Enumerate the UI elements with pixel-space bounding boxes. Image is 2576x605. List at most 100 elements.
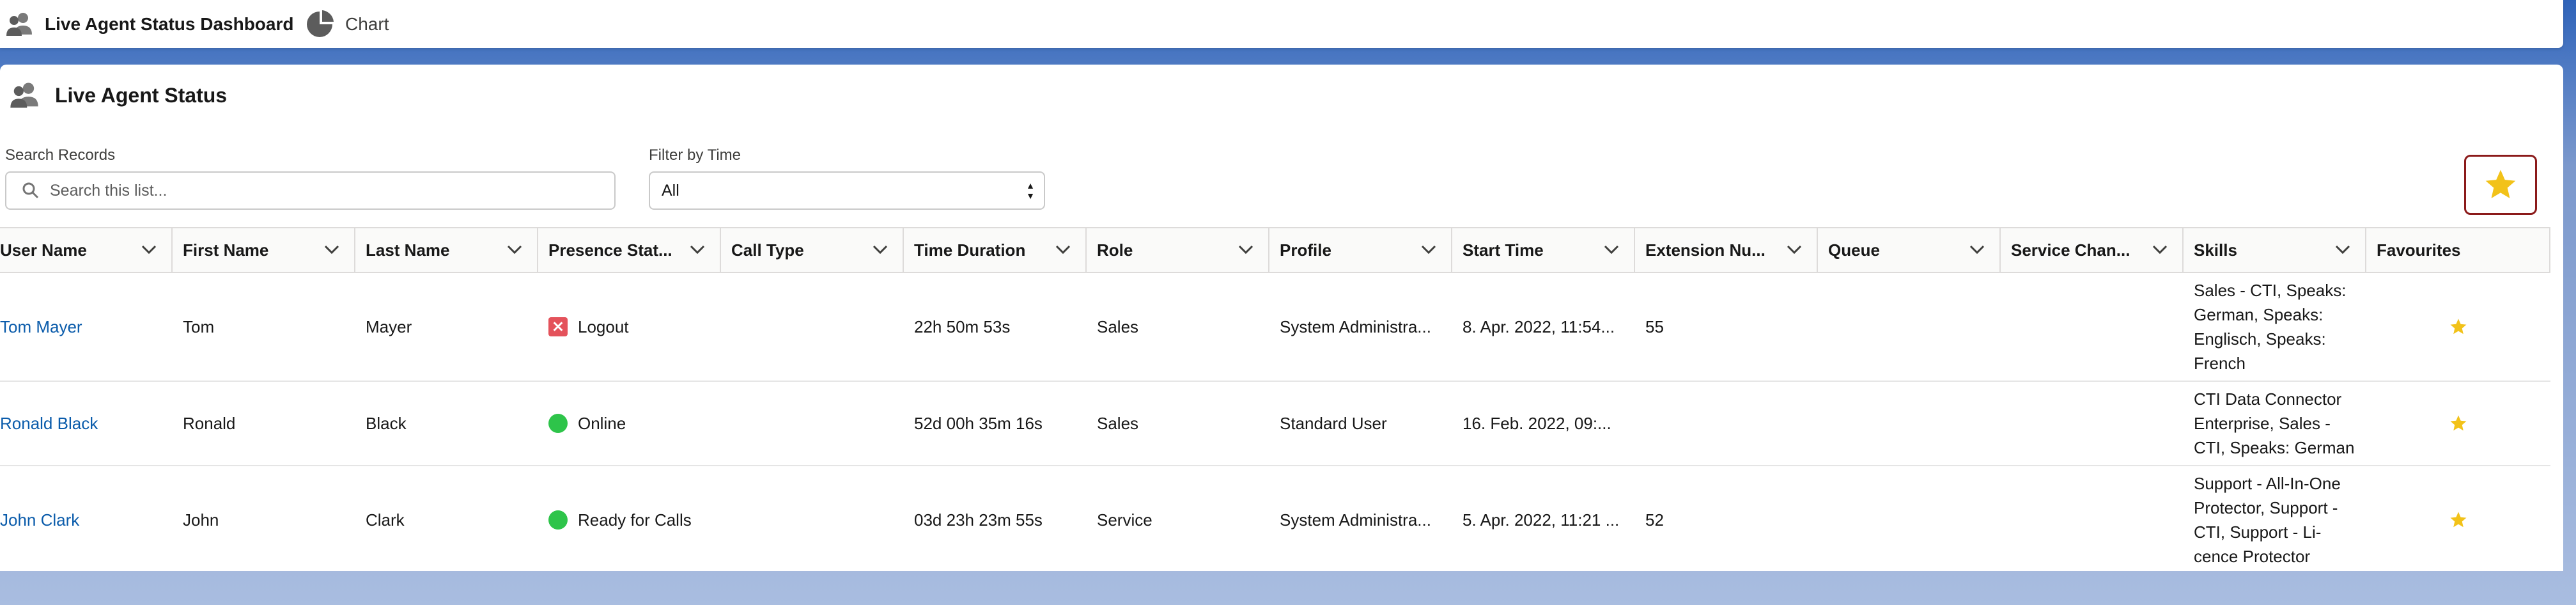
profile-cell: System Administra...: [1280, 317, 1431, 336]
last-name-cell: Clark: [366, 510, 405, 530]
queue-cell: [1818, 466, 2001, 571]
star-icon[interactable]: [2449, 317, 2468, 336]
presence-status-cell: Logout: [538, 273, 721, 381]
column-header-call-type[interactable]: Call Type: [721, 228, 904, 272]
table-row: Tom Mayer Tom Mayer Logout 22h 50m 53s S…: [0, 273, 2550, 382]
column-header-profile[interactable]: Profile: [1269, 228, 1452, 272]
service-channel-cell: [2001, 466, 2184, 571]
call-type-cell: [721, 273, 904, 381]
agent-status-table: User Name First Name Last Name Presence …: [0, 227, 2550, 571]
card-header: Live Agent Status: [8, 79, 227, 112]
column-header-last-name[interactable]: Last Name: [355, 228, 538, 272]
call-type-cell: [721, 382, 904, 465]
column-header-role[interactable]: Role: [1087, 228, 1269, 272]
user-group-icon: [10, 82, 38, 108]
skills-cell: Support - All-In-One Protector, Support …: [2194, 474, 2341, 566]
queue-cell: [1818, 273, 2001, 381]
chevron-down-icon[interactable]: [141, 244, 157, 255]
last-name-cell: Black: [366, 413, 407, 433]
chevron-down-icon[interactable]: [1238, 244, 1254, 255]
star-icon[interactable]: [2449, 510, 2468, 530]
online-status-icon: [548, 414, 568, 433]
chevron-down-icon[interactable]: [1603, 244, 1620, 255]
column-header-start-time[interactable]: Start Time: [1452, 228, 1635, 272]
extension-cell: 55: [1645, 317, 1664, 336]
column-header-service-channel[interactable]: Service Chan...: [2001, 228, 2184, 272]
favourite-cell: [2366, 273, 2550, 381]
online-status-icon: [548, 510, 568, 530]
chevron-down-icon[interactable]: [2334, 244, 2351, 255]
user-name-link[interactable]: John Clark: [0, 466, 173, 571]
chevron-down-icon[interactable]: [872, 244, 888, 255]
extension-cell: 52: [1645, 510, 1664, 530]
column-header-user-name[interactable]: User Name: [0, 228, 173, 272]
column-header-extension-number[interactable]: Extension Nu...: [1635, 228, 1818, 272]
presence-status-label: Online: [578, 413, 626, 433]
column-header-favourites: Favourites: [2366, 228, 2550, 272]
first-name-cell: Tom: [183, 317, 215, 336]
chevron-down-icon[interactable]: [1055, 244, 1071, 255]
search-icon: [22, 182, 39, 199]
table-header: User Name First Name Last Name Presence …: [0, 227, 2550, 273]
pie-chart-icon: [307, 10, 334, 37]
column-header-queue[interactable]: Queue: [1818, 228, 2001, 272]
skills-cell: Sales - CTI, Speaks: German, Speaks: Eng…: [2194, 281, 2347, 373]
tab-live-agent-status-dashboard[interactable]: Live Agent Status Dashboard: [0, 0, 300, 48]
chevron-down-icon[interactable]: [506, 244, 523, 255]
app-tab-bar: Live Agent Status Dashboard Chart: [0, 0, 2563, 48]
chevron-down-icon[interactable]: [1420, 244, 1437, 255]
tab-chart[interactable]: Chart: [300, 0, 428, 48]
tab-label: Chart: [345, 13, 389, 34]
filter-by-time-select[interactable]: All ▲ ▼: [649, 171, 1045, 210]
time-duration-cell: 52d 00h 35m 16s: [914, 413, 1043, 433]
presence-status-label: Ready for Calls: [578, 510, 692, 530]
time-duration-cell: 03d 23h 23m 55s: [914, 510, 1043, 530]
favourite-cell: [2366, 466, 2550, 571]
extension-cell: [1635, 382, 1818, 465]
chevron-down-icon[interactable]: [323, 244, 340, 255]
column-header-presence-status[interactable]: Presence Stat...: [538, 228, 721, 272]
select-arrows-icon: ▲ ▼: [1026, 180, 1035, 201]
filter-selected-value: All: [662, 181, 679, 200]
user-group-icon: [6, 12, 32, 36]
chevron-down-icon[interactable]: [2152, 244, 2168, 255]
user-name-link[interactable]: Ronald Black: [0, 382, 173, 465]
profile-cell: System Administra...: [1280, 510, 1431, 530]
role-cell: Sales: [1097, 413, 1139, 433]
call-type-cell: [721, 466, 904, 571]
filter-label: Filter by Time: [649, 146, 741, 164]
star-icon[interactable]: [2449, 414, 2468, 433]
search-label: Search Records: [5, 146, 116, 164]
role-cell: Sales: [1097, 317, 1139, 336]
search-field[interactable]: [5, 171, 616, 210]
first-name-cell: Ronald: [183, 413, 236, 433]
tab-label: Live Agent Status Dashboard: [45, 13, 294, 34]
favourites-filter-button[interactable]: [2464, 155, 2537, 215]
service-channel-cell: [2001, 273, 2184, 381]
column-header-time-duration[interactable]: Time Duration: [904, 228, 1087, 272]
chevron-down-icon[interactable]: [1969, 244, 1985, 255]
time-duration-cell: 22h 50m 53s: [914, 317, 1011, 336]
column-header-first-name[interactable]: First Name: [173, 228, 355, 272]
star-icon: [2485, 169, 2516, 198]
search-input[interactable]: [49, 180, 614, 201]
presence-status-label: Logout: [578, 317, 629, 336]
first-name-cell: John: [183, 510, 219, 530]
page-title: Live Agent Status: [55, 83, 228, 107]
table-row: John Clark John Clark Ready for Calls 03…: [0, 466, 2550, 571]
column-header-skills[interactable]: Skills: [2184, 228, 2366, 272]
start-time-cell: 16. Feb. 2022, 09:...: [1463, 413, 1611, 433]
user-name-link[interactable]: Tom Mayer: [0, 273, 173, 381]
presence-status-cell: Ready for Calls: [538, 466, 721, 571]
start-time-cell: 8. Apr. 2022, 11:54...: [1463, 317, 1615, 336]
chevron-down-icon[interactable]: [689, 244, 706, 255]
profile-cell: Standard User: [1280, 413, 1387, 433]
skills-cell: CTI Data Connector Enterprise, Sales - C…: [2194, 389, 2355, 457]
queue-cell: [1818, 382, 2001, 465]
table-row: Ronald Black Ronald Black Online 52d 00h…: [0, 382, 2550, 466]
service-channel-cell: [2001, 382, 2184, 465]
last-name-cell: Mayer: [366, 317, 412, 336]
chevron-down-icon[interactable]: [1786, 244, 1803, 255]
start-time-cell: 5. Apr. 2022, 11:21 ...: [1463, 510, 1620, 530]
logout-status-icon: [548, 317, 568, 336]
